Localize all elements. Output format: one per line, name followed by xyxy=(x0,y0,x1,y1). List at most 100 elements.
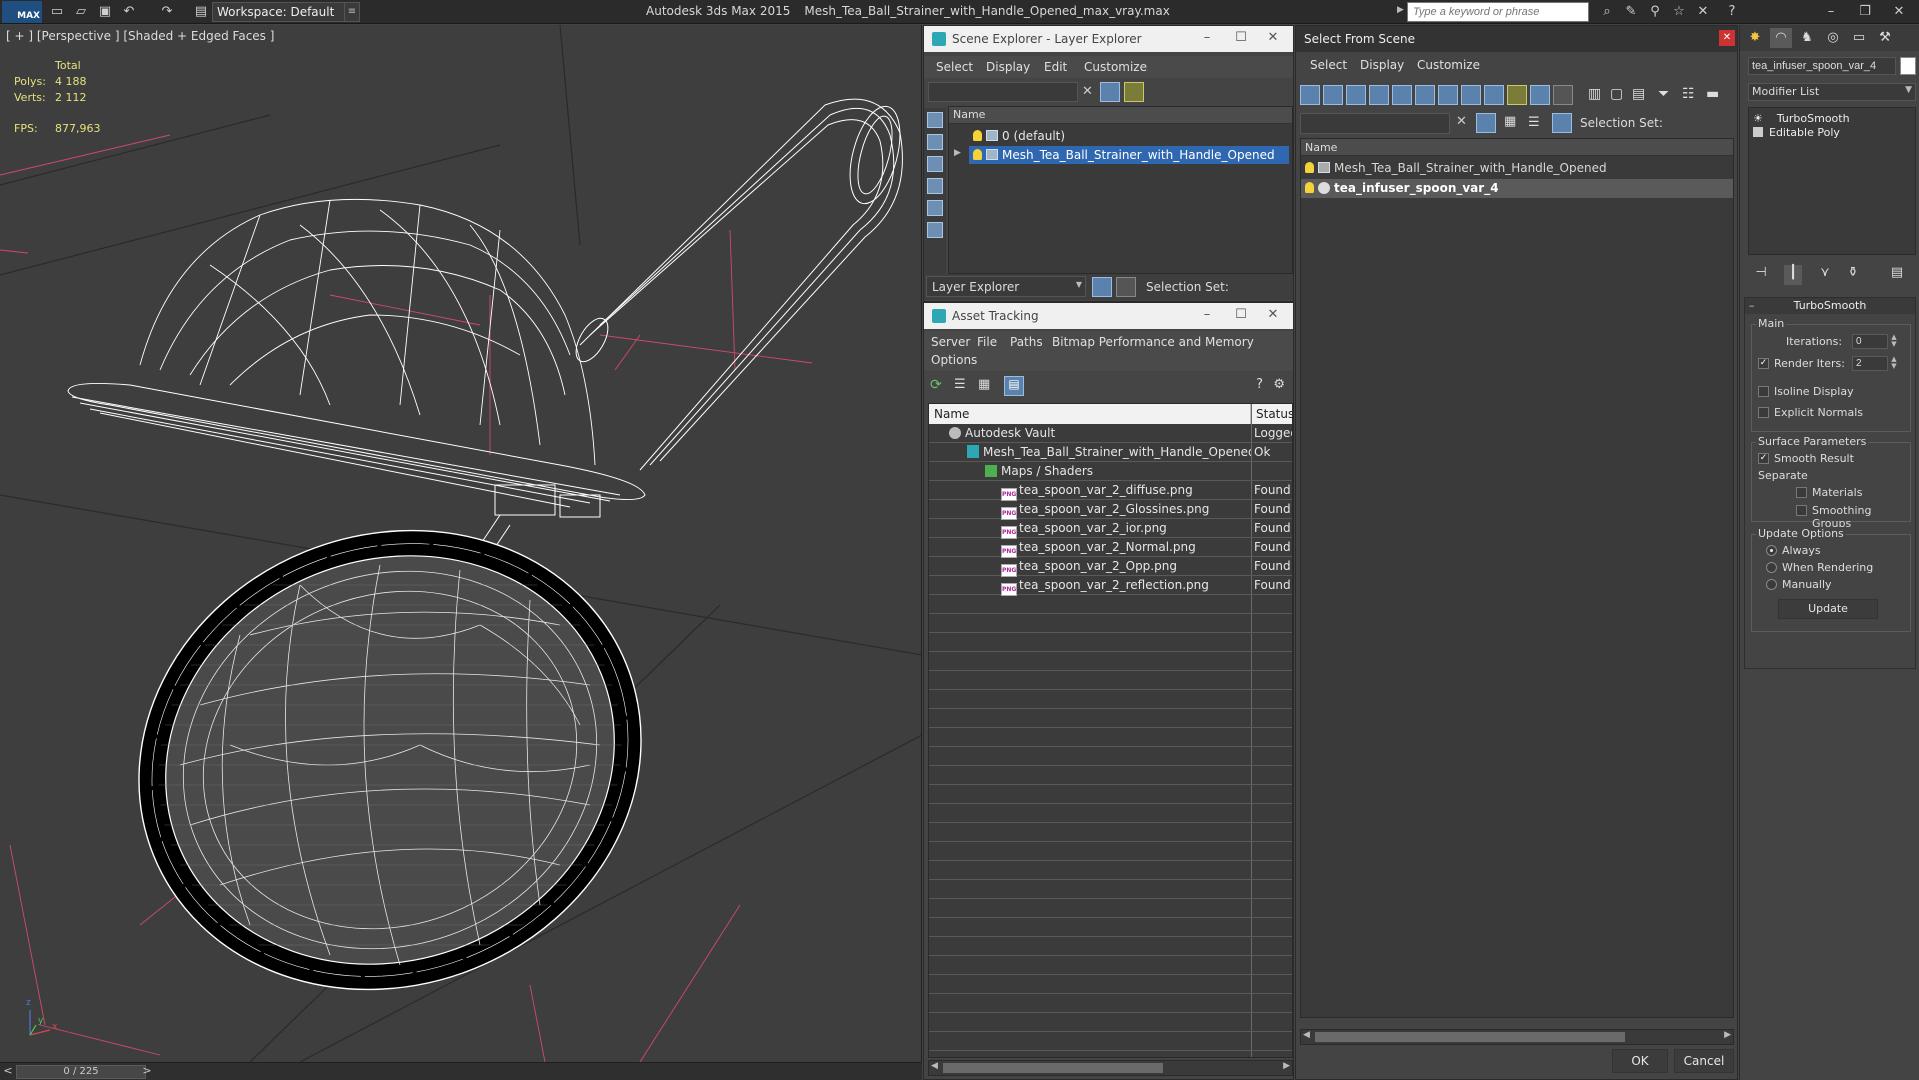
cancel-button[interactable]: Cancel xyxy=(1674,1049,1734,1073)
layer-tools-icon[interactable]: ▦ xyxy=(1504,114,1516,129)
table-view-icon[interactable]: ▤ xyxy=(1004,376,1024,396)
remove-modifier-icon[interactable]: ⚱ xyxy=(1844,265,1862,285)
light-bulb-icon[interactable] xyxy=(1305,182,1314,193)
search-input[interactable] xyxy=(1407,2,1589,22)
display-frozen-icon[interactable] xyxy=(1530,85,1550,105)
star-icon[interactable]: ☆ xyxy=(1669,3,1689,21)
update-button[interactable]: Update xyxy=(1778,599,1878,619)
asset-tracking-titlebar[interactable]: Asset Tracking – ☐ ✕ xyxy=(924,303,1293,329)
project-icon[interactable]: ▤ xyxy=(192,3,210,21)
filter-icon[interactable]: ⏷ xyxy=(1658,86,1669,102)
explicit-normals-checkbox[interactable] xyxy=(1758,407,1769,418)
display-spacewarps-icon[interactable] xyxy=(927,222,943,238)
select-invert-icon[interactable]: ▤ xyxy=(1632,86,1645,102)
display-geometry-icon[interactable] xyxy=(927,112,943,128)
display-lights-icon[interactable] xyxy=(927,156,943,172)
menu-server[interactable]: Server xyxy=(931,335,970,349)
scroll-left-icon[interactable]: ◀ xyxy=(931,1061,938,1071)
help-icon[interactable]: ? xyxy=(1256,377,1263,392)
modify-tab-icon[interactable]: ◠ xyxy=(1770,28,1792,48)
hierarchy-tab-icon[interactable]: ♞ xyxy=(1796,28,1818,48)
clear-search-icon[interactable]: ✕ xyxy=(1082,84,1093,99)
when-rendering-radio[interactable] xyxy=(1766,562,1777,573)
light-bulb-icon[interactable]: ☀ xyxy=(1753,112,1763,125)
display-cameras-icon[interactable] xyxy=(927,178,943,194)
expand-arrow-icon[interactable]: ▶ xyxy=(954,148,961,158)
workspace-select[interactable]: Workspace: Default ▼ xyxy=(212,2,358,22)
close-icon[interactable]: ✕ xyxy=(1884,2,1914,22)
workspace-menu-icon[interactable]: ≡ xyxy=(344,2,360,22)
always-radio[interactable] xyxy=(1766,545,1777,556)
connect-icon[interactable]: ⚲ xyxy=(1645,3,1665,21)
spinner-arrows-icon[interactable]: ▲ ▼ xyxy=(1890,334,1898,349)
binoculars-icon[interactable]: ⌕ xyxy=(1597,3,1617,21)
menu-customize[interactable]: Customize xyxy=(1084,60,1147,74)
minimize-icon[interactable]: – xyxy=(1195,307,1219,322)
smoothing-groups-checkbox[interactable] xyxy=(1796,505,1807,516)
spinner-arrows-icon[interactable]: ▲ ▼ xyxy=(1890,356,1898,371)
scrollbar-thumb[interactable] xyxy=(943,1063,1163,1073)
light-bulb-icon[interactable] xyxy=(973,149,982,160)
layer-row-mesh[interactable]: Mesh_Tea_Ball_Strainer_with_Handle_Opene… xyxy=(969,146,1289,164)
scene-explorer-titlebar[interactable]: Scene Explorer - Layer Explorer – ☐ ✕ xyxy=(924,26,1293,52)
render-iters-spinner[interactable] xyxy=(1852,356,1888,371)
new-file-icon[interactable]: ▭ xyxy=(48,3,66,21)
stack-item-editable-poly[interactable]: Editable Poly xyxy=(1753,126,1840,139)
find-input[interactable] xyxy=(1300,113,1450,134)
make-unique-icon[interactable]: ⋎ xyxy=(1816,265,1834,285)
select-from-scene-titlebar[interactable]: Select From Scene ✕ xyxy=(1296,26,1737,52)
show-end-result-icon[interactable]: ┃ xyxy=(1784,265,1802,285)
rollout-header[interactable]: – TurboSmooth xyxy=(1745,298,1915,314)
close-icon[interactable]: ✕ xyxy=(1719,30,1735,46)
display-cameras-icon[interactable] xyxy=(1369,85,1389,105)
list-horizontal-scrollbar[interactable]: ◀ ▶ xyxy=(1300,1029,1734,1045)
viewport-label[interactable]: [ + ] [Perspective ] [Shaded + Edged Fac… xyxy=(6,29,274,43)
display-helpers-icon[interactable] xyxy=(1392,85,1412,105)
display-groups-icon[interactable] xyxy=(1438,85,1458,105)
tools-icon[interactable]: ✎ xyxy=(1621,3,1641,21)
layer-row-default[interactable]: 0 (default) xyxy=(969,127,1069,145)
display-spacewarps-icon[interactable] xyxy=(1415,85,1435,105)
minimize-icon[interactable]: – xyxy=(1195,30,1219,45)
sync-selection-icon[interactable]: ▬ xyxy=(1706,86,1719,102)
menu-display[interactable]: Display xyxy=(986,60,1030,74)
exchange-icon[interactable]: ✕ xyxy=(1693,3,1713,21)
layer-explorer-icon[interactable] xyxy=(1092,277,1112,297)
column-header-name[interactable]: Name xyxy=(949,107,1292,124)
clear-search-icon[interactable]: ✕ xyxy=(1456,114,1467,129)
smooth-result-checkbox[interactable]: ✓ xyxy=(1758,453,1769,464)
ok-button[interactable]: OK xyxy=(1612,1049,1668,1073)
time-prev-icon[interactable]: < xyxy=(1,1064,15,1080)
light-bulb-icon[interactable] xyxy=(973,130,982,141)
display-lights-icon[interactable] xyxy=(1346,85,1366,105)
menu-options[interactable]: Options xyxy=(931,353,977,367)
restore-icon[interactable]: ❐ xyxy=(1850,2,1880,22)
settings-icon[interactable]: ⚙ xyxy=(1273,377,1285,392)
stack-item-turbosmooth[interactable]: ☀ TurboSmooth xyxy=(1753,112,1850,125)
asset-horizontal-scrollbar[interactable]: ◀ ▶ xyxy=(928,1060,1293,1076)
layer-tools-icon[interactable] xyxy=(1124,82,1144,102)
time-next-icon[interactable]: > xyxy=(140,1064,154,1080)
table-row[interactable]: PNG tea_spoon_var_2_Opp.png Found xyxy=(929,557,1292,577)
menu-customize[interactable]: Customize xyxy=(1417,58,1480,72)
column-header-status[interactable]: Status xyxy=(1251,404,1292,424)
scroll-right-icon[interactable]: ▶ xyxy=(1283,1061,1290,1071)
render-iters-checkbox[interactable]: ✓ xyxy=(1758,358,1769,369)
maximize-icon[interactable]: ☐ xyxy=(1229,30,1253,45)
open-icon[interactable]: ▱ xyxy=(72,3,90,21)
menu-file[interactable]: File xyxy=(977,335,997,349)
perspective-viewport[interactable]: z x y [ + ] [Perspective ] [Shaded + Edg… xyxy=(0,25,922,1062)
close-icon[interactable]: ✕ xyxy=(1261,307,1285,322)
menu-edit[interactable]: Edit xyxy=(1044,60,1067,74)
hierarchy-icon[interactable]: ☷ xyxy=(1682,86,1695,102)
pin-stack-icon[interactable]: ⊣ xyxy=(1752,265,1770,285)
utilities-tab-icon[interactable]: ⚒ xyxy=(1874,28,1896,48)
table-row[interactable]: PNG tea_spoon_var_2_Normal.png Found xyxy=(929,538,1292,558)
create-tab-icon[interactable]: ✸ xyxy=(1744,28,1766,48)
filter-icon[interactable] xyxy=(1100,82,1120,102)
scroll-left-icon[interactable]: ◀ xyxy=(1303,1030,1310,1040)
menu-bitmap-performance[interactable]: Bitmap Performance and Memory xyxy=(1052,335,1254,349)
save-icon[interactable]: ▣ xyxy=(96,3,114,21)
layers-icon[interactable]: ☰ xyxy=(1528,115,1540,130)
display-bones-icon[interactable] xyxy=(1484,85,1504,105)
